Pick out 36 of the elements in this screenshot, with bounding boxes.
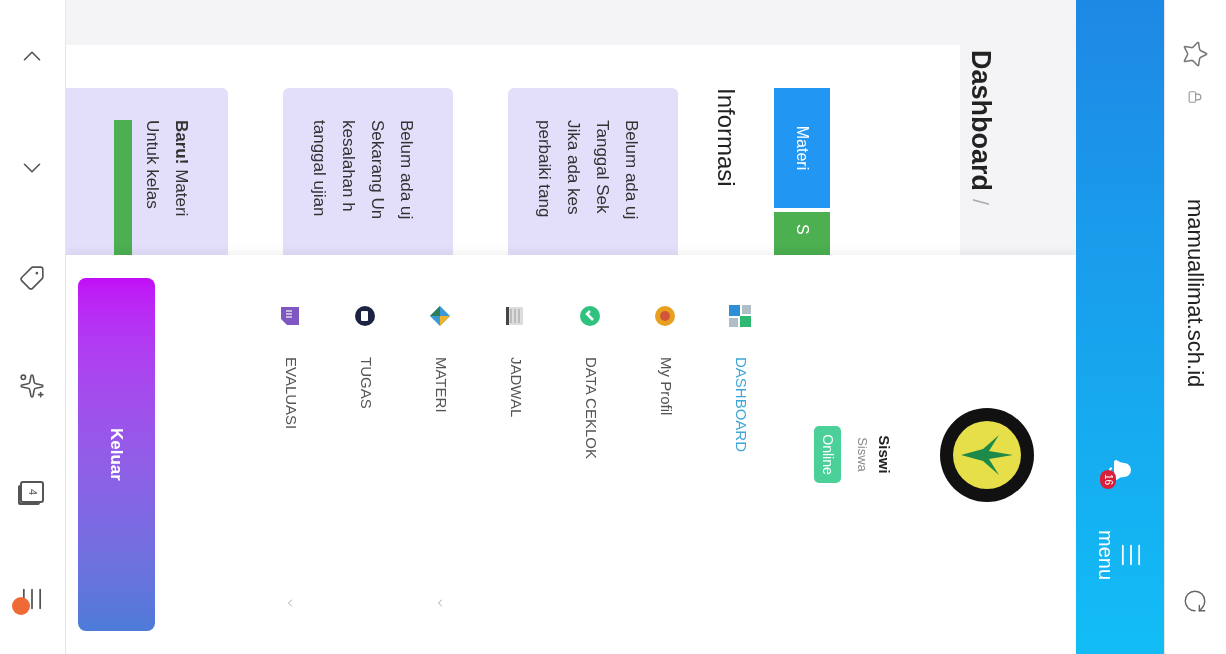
info-text: Jika ada kes (563, 120, 585, 217)
tag-icon[interactable] (19, 265, 46, 291)
sidebar-item[interactable]: My Profil (628, 255, 703, 654)
notification-badge: 16 (1100, 470, 1116, 490)
info-text: perbaiki tang (534, 120, 556, 220)
check-icon (579, 305, 602, 327)
info-text: Untuk kelas (142, 120, 164, 211)
page-title: Dashboard (965, 50, 997, 192)
info-text: tanggal ujian (309, 120, 331, 219)
info-text: kesalahan h (338, 120, 360, 214)
info-text: Belum ada uj (621, 120, 643, 222)
task-icon (354, 305, 377, 327)
profile-icon (654, 305, 677, 327)
tab-count-button[interactable]: 4 (20, 481, 45, 503)
sidebar-item[interactable]: DATA CEKLOK (553, 255, 628, 654)
info-text: Tanggal Sek (592, 120, 614, 216)
sidebar-item[interactable]: TUGAS (328, 255, 403, 654)
info-text: Sekarang Un (367, 120, 389, 222)
star-icon[interactable] (19, 373, 46, 399)
logout-button[interactable]: Keluar (78, 278, 155, 631)
sidebar-item[interactable]: EVALUASI (253, 255, 328, 654)
sidebar-item[interactable]: JADWAL (478, 255, 553, 654)
layers-icon (429, 305, 452, 327)
info-text: Belum ada uj (396, 120, 418, 222)
form-icon (279, 305, 302, 327)
user-name: Siswi (875, 435, 894, 474)
url-text[interactable]: mamuallimat.sch.id (1179, 199, 1212, 388)
grid-icon (729, 305, 752, 327)
online-badge: Online (814, 426, 841, 483)
lock-icon (1188, 90, 1203, 104)
user-role: Siswa (854, 437, 872, 472)
breadcrumb-separator: / (967, 199, 994, 206)
sidebar-item[interactable]: MATERI (403, 255, 478, 654)
bookmark-star-icon[interactable] (1181, 40, 1210, 68)
section-heading: Informasi (712, 88, 742, 189)
info-text: Baru! Materi (171, 120, 193, 219)
